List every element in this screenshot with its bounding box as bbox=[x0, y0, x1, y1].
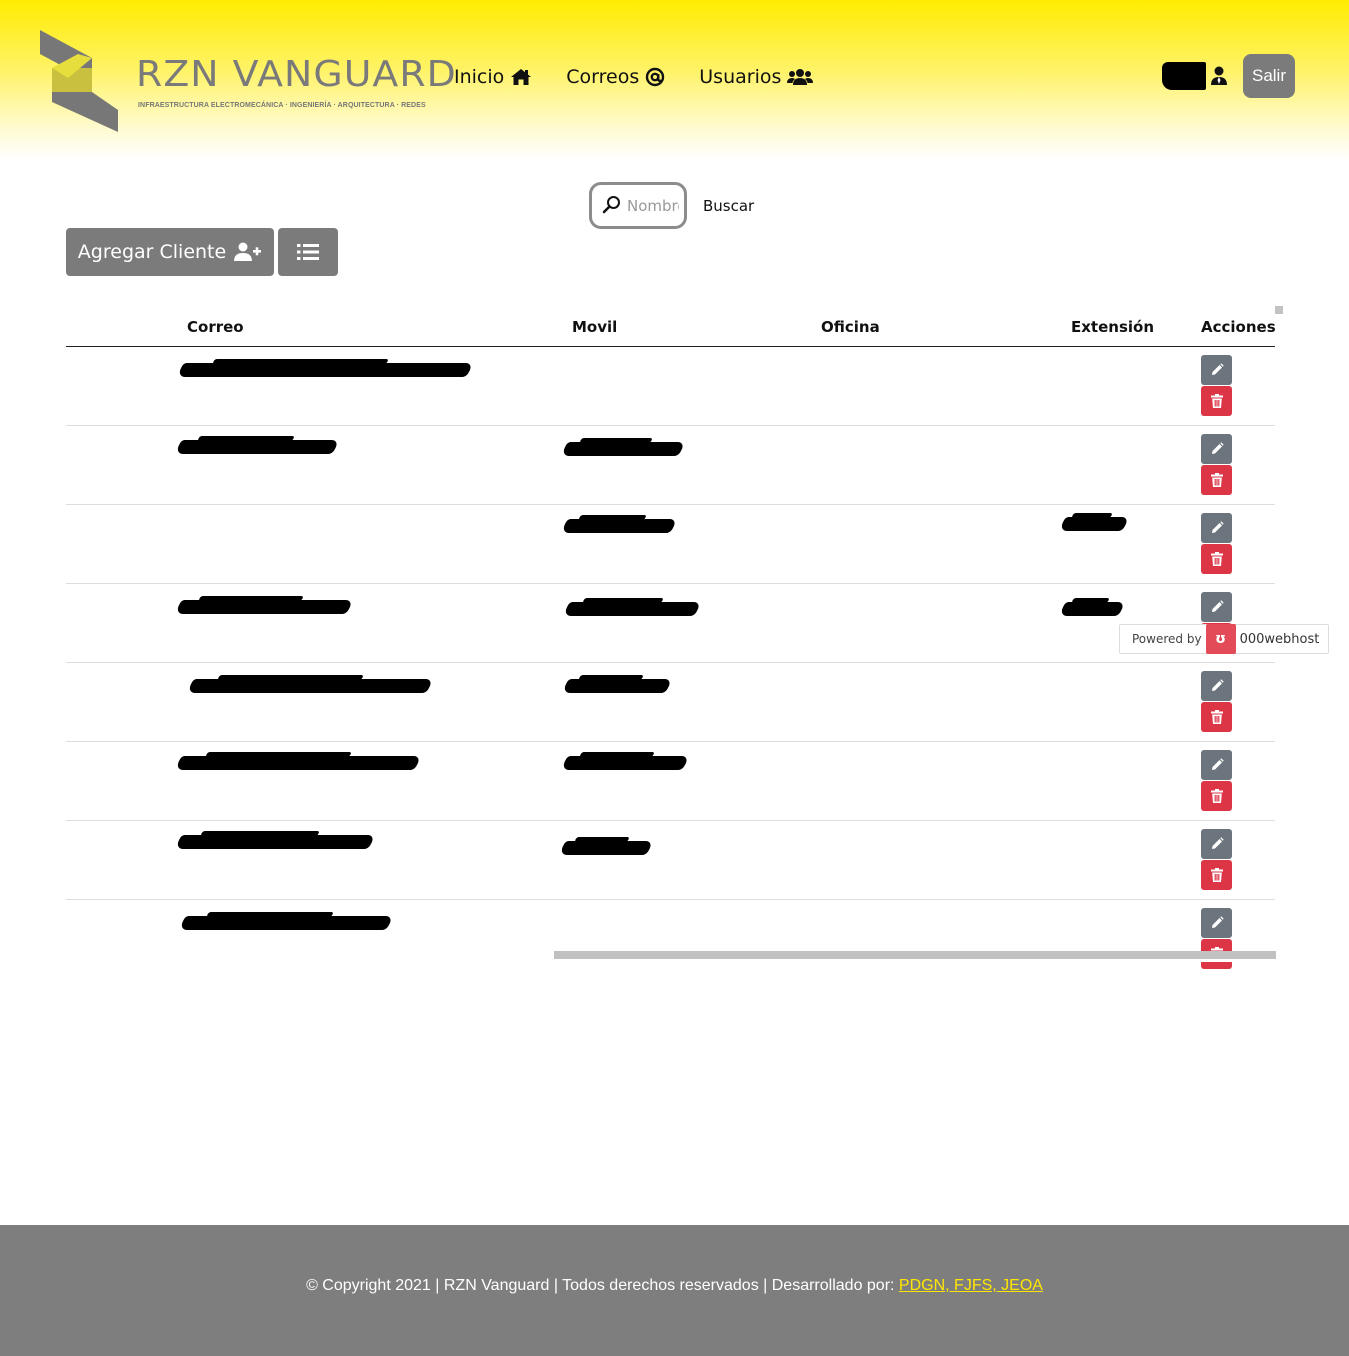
nav-item-inicio[interactable]: Inicio bbox=[454, 66, 532, 88]
delete-button[interactable] bbox=[1201, 544, 1232, 574]
edit-button[interactable] bbox=[1201, 908, 1232, 938]
powered-host: 000webhost bbox=[1239, 631, 1320, 647]
add-client-button[interactable]: Agregar Cliente bbox=[66, 228, 274, 276]
row-divider bbox=[66, 899, 1275, 900]
home-icon bbox=[511, 69, 532, 85]
redacted-cell bbox=[186, 679, 434, 693]
list-icon bbox=[297, 244, 319, 260]
redacted-cell bbox=[176, 363, 474, 377]
column-header-movil: Movil bbox=[572, 318, 618, 336]
trash-icon bbox=[1210, 473, 1223, 487]
delete-button[interactable] bbox=[1201, 860, 1232, 890]
edit-button[interactable] bbox=[1201, 750, 1232, 780]
user-name: - bbox=[1162, 62, 1206, 90]
nav-label-inicio: Inicio bbox=[454, 66, 505, 88]
footer-developers-link[interactable]: PDGN, FJFS, JEOA bbox=[899, 1277, 1043, 1294]
row-divider bbox=[66, 662, 1275, 663]
pencil-icon bbox=[1211, 679, 1224, 691]
pencil-icon bbox=[1211, 916, 1224, 928]
logout-button[interactable]: Salir bbox=[1243, 54, 1295, 98]
edit-button[interactable] bbox=[1201, 829, 1232, 859]
search-icon bbox=[602, 196, 620, 214]
powered-by-badge[interactable]: Powered by ʊ 000webhost bbox=[1119, 624, 1329, 654]
pencil-icon bbox=[1211, 363, 1224, 375]
redacted-cell bbox=[178, 916, 394, 930]
column-header-acciones: Acciones bbox=[1201, 318, 1276, 336]
pencil-icon bbox=[1211, 837, 1224, 849]
footer-copyright: © Copyright 2021 | RZN Vanguard | Todos … bbox=[306, 1277, 899, 1294]
powered-prefix: Powered by bbox=[1132, 632, 1202, 646]
redacted-cell bbox=[560, 519, 678, 533]
logo-mark-icon bbox=[40, 30, 118, 132]
nav-label-usuarios: Usuarios bbox=[699, 66, 782, 88]
row-divider bbox=[66, 425, 1275, 426]
user-area[interactable]: - bbox=[1162, 62, 1228, 90]
footer-text: © Copyright 2021 | RZN Vanguard | Todos … bbox=[0, 1277, 1349, 1295]
row-divider bbox=[66, 504, 1275, 505]
nav-item-usuarios[interactable]: Usuarios bbox=[699, 66, 814, 88]
redacted-cell bbox=[174, 440, 340, 454]
column-header-extension: Extensión bbox=[1071, 318, 1154, 336]
add-client-label: Agregar Cliente bbox=[77, 241, 227, 263]
edit-button[interactable] bbox=[1201, 513, 1232, 543]
redacted-cell bbox=[174, 835, 376, 849]
redacted-cell bbox=[174, 600, 354, 614]
search-box bbox=[589, 182, 687, 229]
delete-button[interactable] bbox=[1201, 465, 1232, 495]
horizontal-scrollbar[interactable] bbox=[554, 951, 1276, 959]
edit-button[interactable] bbox=[1201, 671, 1232, 701]
delete-button[interactable] bbox=[1201, 702, 1232, 732]
users-icon bbox=[787, 69, 814, 85]
main-nav: Inicio Correos Usuarios bbox=[454, 66, 814, 88]
pencil-icon bbox=[1211, 758, 1224, 770]
delete-button[interactable] bbox=[1201, 386, 1232, 416]
pencil-icon bbox=[1211, 600, 1224, 612]
brand-subtitle: INFRAESTRUCTURA ELECTROMECÁNICA · INGENI… bbox=[138, 102, 426, 109]
site-footer: © Copyright 2021 | RZN Vanguard | Todos … bbox=[0, 1225, 1349, 1356]
delete-button[interactable] bbox=[1201, 781, 1232, 811]
user-plus-icon bbox=[234, 242, 262, 261]
trash-icon bbox=[1210, 710, 1223, 724]
column-header-oficina: Oficina bbox=[821, 318, 880, 336]
redacted-cell bbox=[174, 756, 422, 770]
pencil-icon bbox=[1211, 442, 1224, 454]
redacted-cell bbox=[560, 442, 686, 456]
trash-icon bbox=[1210, 394, 1223, 408]
trash-icon bbox=[1210, 868, 1223, 882]
trash-icon bbox=[1210, 552, 1223, 566]
edit-button[interactable] bbox=[1201, 355, 1232, 385]
nav-label-correos: Correos bbox=[566, 66, 640, 88]
site-header: RZN VANGUARD INFRAESTRUCTURA ELECTROMECÁ… bbox=[0, 0, 1349, 160]
trash-icon bbox=[1210, 789, 1223, 803]
search-button[interactable]: Buscar bbox=[703, 197, 754, 215]
nav-item-correos[interactable]: Correos bbox=[566, 66, 665, 88]
redacted-cell bbox=[562, 602, 702, 616]
edit-button[interactable] bbox=[1201, 434, 1232, 464]
redacted-cell bbox=[560, 756, 690, 770]
redacted-cell bbox=[558, 841, 654, 855]
row-divider bbox=[66, 583, 1275, 584]
edit-button[interactable] bbox=[1201, 592, 1232, 622]
logo[interactable]: RZN VANGUARD INFRAESTRUCTURA ELECTROMECÁ… bbox=[38, 28, 456, 134]
row-divider bbox=[66, 820, 1275, 821]
brand-title: RZN VANGUARD bbox=[136, 54, 457, 95]
row-divider bbox=[66, 741, 1275, 742]
table-header-divider bbox=[66, 346, 1275, 347]
list-view-button[interactable] bbox=[278, 228, 338, 276]
host-logo-icon: ʊ bbox=[1205, 624, 1236, 654]
redacted-cell bbox=[1058, 517, 1130, 531]
redacted-cell bbox=[1058, 602, 1126, 616]
column-header-correo: Correo bbox=[187, 318, 244, 336]
at-icon bbox=[646, 67, 665, 87]
user-tie-icon bbox=[1211, 66, 1227, 85]
search-input[interactable] bbox=[627, 195, 679, 217]
scroll-corner bbox=[1275, 306, 1283, 314]
pencil-icon bbox=[1211, 521, 1224, 533]
app-root: RZN VANGUARD INFRAESTRUCTURA ELECTROMECÁ… bbox=[0, 0, 1349, 1356]
redacted-cell bbox=[561, 679, 673, 693]
